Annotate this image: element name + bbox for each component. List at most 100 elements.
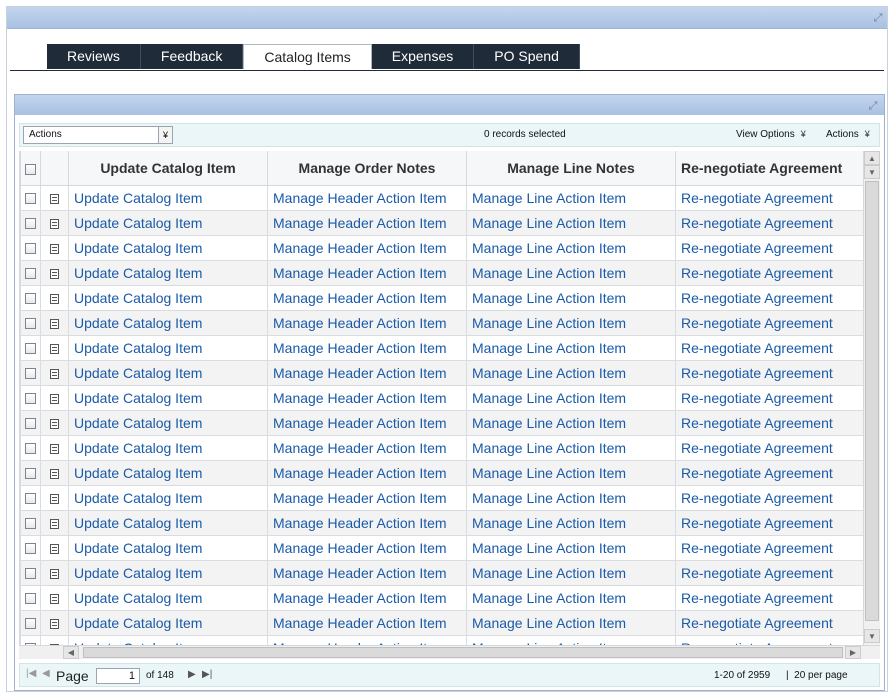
document-icon[interactable] <box>50 368 59 379</box>
manage-header-action-item-link[interactable]: Manage Header Action Item <box>267 559 467 586</box>
row-checkbox[interactable] <box>25 543 36 555</box>
scroll-up-icon[interactable]: ▲ <box>864 151 880 165</box>
renegotiate-agreement-link[interactable]: Re-negotiate Agreement <box>675 484 863 511</box>
horizontal-scroll-thumb[interactable] <box>83 647 843 658</box>
document-icon[interactable] <box>50 543 59 554</box>
row-checkbox[interactable] <box>25 293 36 305</box>
row-checkbox[interactable] <box>25 493 36 505</box>
actions-select[interactable]: Actions ¥ <box>23 126 173 144</box>
row-checkbox[interactable] <box>25 218 36 230</box>
renegotiate-agreement-link[interactable]: Re-negotiate Agreement <box>675 209 863 236</box>
manage-header-action-item-link[interactable]: Manage Header Action Item <box>267 284 467 311</box>
document-icon[interactable] <box>50 268 59 279</box>
document-icon[interactable] <box>50 318 59 329</box>
update-catalog-item-link[interactable]: Update Catalog Item <box>68 209 268 236</box>
document-icon[interactable] <box>50 593 59 604</box>
manage-line-action-item-link[interactable]: Manage Line Action Item <box>466 409 676 436</box>
row-checkbox[interactable] <box>25 418 36 430</box>
horizontal-scrollbar[interactable]: ◀ ▶ <box>19 645 880 659</box>
update-catalog-item-link[interactable]: Update Catalog Item <box>68 534 268 561</box>
manage-line-action-item-link[interactable]: Manage Line Action Item <box>466 634 676 645</box>
manage-line-action-item-link[interactable]: Manage Line Action Item <box>466 459 676 486</box>
scroll-down-icon[interactable]: ▼ <box>864 629 880 643</box>
manage-line-action-item-link[interactable]: Manage Line Action Item <box>466 359 676 386</box>
renegotiate-agreement-link[interactable]: Re-negotiate Agreement <box>675 359 863 386</box>
manage-header-action-item-link[interactable]: Manage Header Action Item <box>267 334 467 361</box>
renegotiate-agreement-link[interactable]: Re-negotiate Agreement <box>675 509 863 536</box>
document-icon[interactable] <box>50 443 59 454</box>
renegotiate-agreement-link[interactable]: Re-negotiate Agreement <box>675 434 863 461</box>
row-checkbox[interactable] <box>25 518 36 530</box>
tab-feedback[interactable]: Feedback <box>140 44 244 69</box>
row-checkbox[interactable] <box>25 443 36 455</box>
renegotiate-agreement-link[interactable]: Re-negotiate Agreement <box>675 309 863 336</box>
update-catalog-item-link[interactable]: Update Catalog Item <box>68 309 268 336</box>
scroll-left-icon[interactable]: ◀ <box>63 646 79 659</box>
renegotiate-agreement-link[interactable]: Re-negotiate Agreement <box>675 459 863 486</box>
manage-header-action-item-link[interactable]: Manage Header Action Item <box>267 434 467 461</box>
scroll-down-icon[interactable]: ▼ <box>864 165 880 179</box>
update-catalog-item-link[interactable]: Update Catalog Item <box>68 609 268 636</box>
manage-line-action-item-link[interactable]: Manage Line Action Item <box>466 509 676 536</box>
update-catalog-item-link[interactable]: Update Catalog Item <box>68 509 268 536</box>
row-checkbox[interactable] <box>25 568 36 580</box>
update-catalog-item-link[interactable]: Update Catalog Item <box>68 359 268 386</box>
manage-header-action-item-link[interactable]: Manage Header Action Item <box>267 259 467 286</box>
manage-line-action-item-link[interactable]: Manage Line Action Item <box>466 609 676 636</box>
document-icon[interactable] <box>50 218 59 229</box>
manage-line-action-item-link[interactable]: Manage Line Action Item <box>466 259 676 286</box>
row-checkbox[interactable] <box>25 243 36 255</box>
update-catalog-item-link[interactable]: Update Catalog Item <box>68 184 268 211</box>
renegotiate-agreement-link[interactable]: Re-negotiate Agreement <box>675 584 863 611</box>
renegotiate-agreement-link[interactable]: Re-negotiate Agreement <box>675 259 863 286</box>
column-header-manage-line-notes[interactable]: Manage Line Notes <box>466 151 676 186</box>
renegotiate-agreement-link[interactable]: Re-negotiate Agreement <box>675 559 863 586</box>
manage-line-action-item-link[interactable]: Manage Line Action Item <box>466 334 676 361</box>
renegotiate-agreement-link[interactable]: Re-negotiate Agreement <box>675 184 863 211</box>
column-header-manage-order-notes[interactable]: Manage Order Notes <box>267 151 467 186</box>
update-catalog-item-link[interactable]: Update Catalog Item <box>68 634 268 645</box>
chevron-down-icon[interactable]: ¥ <box>158 127 172 143</box>
document-icon[interactable] <box>50 493 59 504</box>
update-catalog-item-link[interactable]: Update Catalog Item <box>68 234 268 261</box>
document-icon[interactable] <box>50 568 59 579</box>
manage-line-action-item-link[interactable]: Manage Line Action Item <box>466 384 676 411</box>
prev-page-icon[interactable]: ◀ <box>42 668 50 679</box>
row-checkbox[interactable] <box>25 193 36 205</box>
manage-header-action-item-link[interactable]: Manage Header Action Item <box>267 184 467 211</box>
manage-header-action-item-link[interactable]: Manage Header Action Item <box>267 459 467 486</box>
renegotiate-agreement-link[interactable]: Re-negotiate Agreement <box>675 534 863 561</box>
document-icon[interactable] <box>50 293 59 304</box>
row-checkbox[interactable] <box>25 343 36 355</box>
manage-header-action-item-link[interactable]: Manage Header Action Item <box>267 209 467 236</box>
renegotiate-agreement-link[interactable]: Re-negotiate Agreement <box>675 409 863 436</box>
manage-line-action-item-link[interactable]: Manage Line Action Item <box>466 234 676 261</box>
row-checkbox[interactable] <box>25 618 36 630</box>
document-icon[interactable] <box>50 243 59 254</box>
manage-line-action-item-link[interactable]: Manage Line Action Item <box>466 309 676 336</box>
update-catalog-item-link[interactable]: Update Catalog Item <box>68 334 268 361</box>
manage-header-action-item-link[interactable]: Manage Header Action Item <box>267 359 467 386</box>
manage-header-action-item-link[interactable]: Manage Header Action Item <box>267 484 467 511</box>
manage-line-action-item-link[interactable]: Manage Line Action Item <box>466 434 676 461</box>
view-options-menu[interactable]: View Options ¥ <box>736 129 806 140</box>
document-icon[interactable] <box>50 343 59 354</box>
page-number-input[interactable]: 1 <box>96 668 140 684</box>
next-page-icon[interactable]: ▶ <box>188 669 196 680</box>
update-catalog-item-link[interactable]: Update Catalog Item <box>68 409 268 436</box>
manage-header-action-item-link[interactable]: Manage Header Action Item <box>267 609 467 636</box>
manage-header-action-item-link[interactable]: Manage Header Action Item <box>267 409 467 436</box>
select-all-checkbox[interactable] <box>25 163 36 175</box>
row-checkbox[interactable] <box>25 268 36 280</box>
update-catalog-item-link[interactable]: Update Catalog Item <box>68 384 268 411</box>
renegotiate-agreement-link[interactable]: Re-negotiate Agreement <box>675 609 863 636</box>
update-catalog-item-link[interactable]: Update Catalog Item <box>68 459 268 486</box>
manage-line-action-item-link[interactable]: Manage Line Action Item <box>466 534 676 561</box>
manage-header-action-item-link[interactable]: Manage Header Action Item <box>267 309 467 336</box>
manage-header-action-item-link[interactable]: Manage Header Action Item <box>267 234 467 261</box>
update-catalog-item-link[interactable]: Update Catalog Item <box>68 559 268 586</box>
row-checkbox[interactable] <box>25 318 36 330</box>
manage-line-action-item-link[interactable]: Manage Line Action Item <box>466 484 676 511</box>
renegotiate-agreement-link[interactable]: Re-negotiate Agreement <box>675 334 863 361</box>
tab-reviews[interactable]: Reviews <box>47 44 141 69</box>
